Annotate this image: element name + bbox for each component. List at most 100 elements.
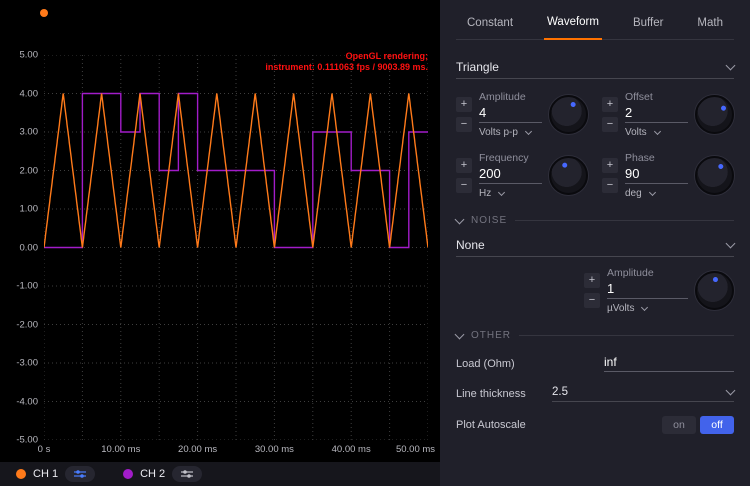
- amplitude-label: Amplitude: [479, 91, 542, 103]
- autoscale-on-button[interactable]: on: [662, 416, 696, 434]
- plot-autoscale-row: Plot Autoscale on off: [456, 416, 734, 434]
- amplitude-knob[interactable]: [549, 95, 588, 134]
- phase-value-input[interactable]: 90: [625, 166, 688, 184]
- waveform-controls: + − Amplitude 4 Volts p-p +: [456, 91, 734, 199]
- waveform-ch2: [44, 94, 428, 248]
- y-axis-tick: 2.00: [20, 165, 39, 176]
- frequency-label: Frequency: [479, 152, 542, 164]
- chevron-down-icon: [649, 188, 656, 195]
- generator-settings-panel: Constant Waveform Buffer Math Triangle +…: [440, 0, 750, 486]
- y-axis-tick: 0.00: [20, 242, 39, 253]
- frequency-unit-select[interactable]: Hz: [479, 188, 542, 199]
- tab-buffer[interactable]: Buffer: [630, 17, 666, 39]
- frequency-decrement-button[interactable]: −: [456, 178, 472, 193]
- load-row: Load (Ohm) inf: [456, 355, 734, 372]
- x-axis: 0 s10.00 ms20.00 ms30.00 ms40.00 ms50.00…: [0, 444, 440, 458]
- ch1-offset-marker[interactable]: [40, 9, 48, 17]
- offset-unit-value: Volts: [625, 127, 647, 138]
- offset-value-input[interactable]: 2: [625, 105, 688, 123]
- other-section-label: OTHER: [471, 330, 511, 341]
- x-axis-tick: 40.00 ms: [332, 444, 371, 455]
- phase-control: + − Phase 90 deg: [602, 152, 734, 199]
- x-axis-tick: 30.00 ms: [255, 444, 294, 455]
- noise-section-header[interactable]: NOISE: [456, 215, 734, 226]
- noise-amplitude-unit-select[interactable]: µVolts: [607, 303, 688, 314]
- noise-type-select[interactable]: None: [456, 234, 734, 257]
- noise-amplitude-value-input[interactable]: 1: [607, 281, 688, 299]
- ch1-label[interactable]: CH 1: [33, 468, 58, 480]
- x-axis-tick: 50.00 ms: [396, 444, 435, 455]
- amplitude-value-input[interactable]: 4: [479, 105, 542, 123]
- knob-indicator-dot: [570, 101, 577, 108]
- line-thickness-label: Line thickness: [456, 388, 526, 400]
- tab-math[interactable]: Math: [694, 17, 726, 39]
- amplitude-increment-button[interactable]: +: [456, 97, 472, 112]
- chevron-down-icon: [726, 239, 736, 249]
- noise-amplitude-knob[interactable]: [695, 271, 734, 310]
- sliders-icon: [73, 469, 87, 479]
- frequency-knob[interactable]: [549, 156, 588, 195]
- knob-indicator-dot: [713, 277, 718, 282]
- knob-indicator-dot: [717, 163, 724, 170]
- ch1-color-dot: [16, 469, 26, 479]
- frequency-increment-button[interactable]: +: [456, 158, 472, 173]
- offset-knob[interactable]: [695, 95, 734, 134]
- render-stats-line2: instrument: 0.111063 fps / 9003.89 ms.: [265, 62, 428, 73]
- phase-increment-button[interactable]: +: [602, 158, 618, 173]
- phase-knob[interactable]: [695, 156, 734, 195]
- knob-indicator-dot: [720, 105, 727, 112]
- y-axis-tick: 5.00: [20, 50, 39, 61]
- other-section-header[interactable]: OTHER: [456, 330, 734, 341]
- amplitude-control: + − Amplitude 4 Volts p-p: [456, 91, 588, 138]
- phase-unit-select[interactable]: deg: [625, 188, 688, 199]
- offset-unit-select[interactable]: Volts: [625, 127, 688, 138]
- render-stats-line1: OpenGL rendering;: [265, 51, 428, 62]
- amplitude-unit-select[interactable]: Volts p-p: [479, 127, 542, 138]
- noise-amplitude-stepper: + −: [584, 273, 600, 308]
- noise-amplitude-label: Amplitude: [607, 267, 688, 279]
- ch1-settings-button[interactable]: [65, 466, 95, 482]
- noise-amplitude-increment-button[interactable]: +: [584, 273, 600, 288]
- knob-indicator-dot: [562, 162, 568, 168]
- offset-decrement-button[interactable]: −: [602, 117, 618, 132]
- tab-constant[interactable]: Constant: [464, 17, 516, 39]
- tab-waveform[interactable]: Waveform: [544, 16, 602, 40]
- ch2-color-dot: [123, 469, 133, 479]
- channel-bar: CH 1 CH 2: [0, 462, 440, 486]
- phase-decrement-button[interactable]: −: [602, 178, 618, 193]
- noise-section-label: NOISE: [471, 215, 507, 226]
- ch2-label[interactable]: CH 2: [140, 468, 165, 480]
- frequency-value-input[interactable]: 200: [479, 166, 542, 184]
- amplitude-decrement-button[interactable]: −: [456, 117, 472, 132]
- offset-stepper: + −: [602, 97, 618, 132]
- noise-amplitude-decrement-button[interactable]: −: [584, 293, 600, 308]
- y-axis-tick: 3.00: [20, 127, 39, 138]
- amplitude-stepper: + −: [456, 97, 472, 132]
- frequency-unit-value: Hz: [479, 188, 491, 199]
- y-axis-tick: 4.00: [20, 88, 39, 99]
- section-divider: [519, 335, 734, 336]
- y-axis-tick: -2.00: [16, 319, 38, 330]
- load-input[interactable]: inf: [604, 355, 734, 372]
- y-axis-tick: -4.00: [16, 396, 38, 407]
- generator-tabs: Constant Waveform Buffer Math: [456, 0, 734, 40]
- line-thickness-select[interactable]: 2.5: [552, 386, 734, 402]
- phase-unit-value: deg: [625, 188, 642, 199]
- waveform-type-select[interactable]: Triangle: [456, 56, 734, 79]
- chevron-down-icon: [726, 61, 736, 71]
- chevron-down-icon: [498, 188, 505, 195]
- chevron-down-icon: [654, 127, 661, 134]
- x-axis-tick: 0 s: [38, 444, 51, 455]
- noise-type-value: None: [456, 238, 485, 252]
- plot-autoscale-label: Plot Autoscale: [456, 419, 526, 431]
- ch2-settings-button[interactable]: [172, 466, 202, 482]
- frequency-stepper: + −: [456, 158, 472, 193]
- y-axis-tick: 1.00: [20, 204, 39, 215]
- x-axis-tick: 20.00 ms: [178, 444, 217, 455]
- y-axis-tick: -1.00: [16, 281, 38, 292]
- offset-increment-button[interactable]: +: [602, 97, 618, 112]
- noise-amplitude-control: + − Amplitude 1 µVolts: [584, 267, 734, 314]
- autoscale-off-button[interactable]: off: [700, 416, 734, 434]
- frequency-control: + − Frequency 200 Hz: [456, 152, 588, 199]
- noise-amplitude-unit-value: µVolts: [607, 303, 634, 314]
